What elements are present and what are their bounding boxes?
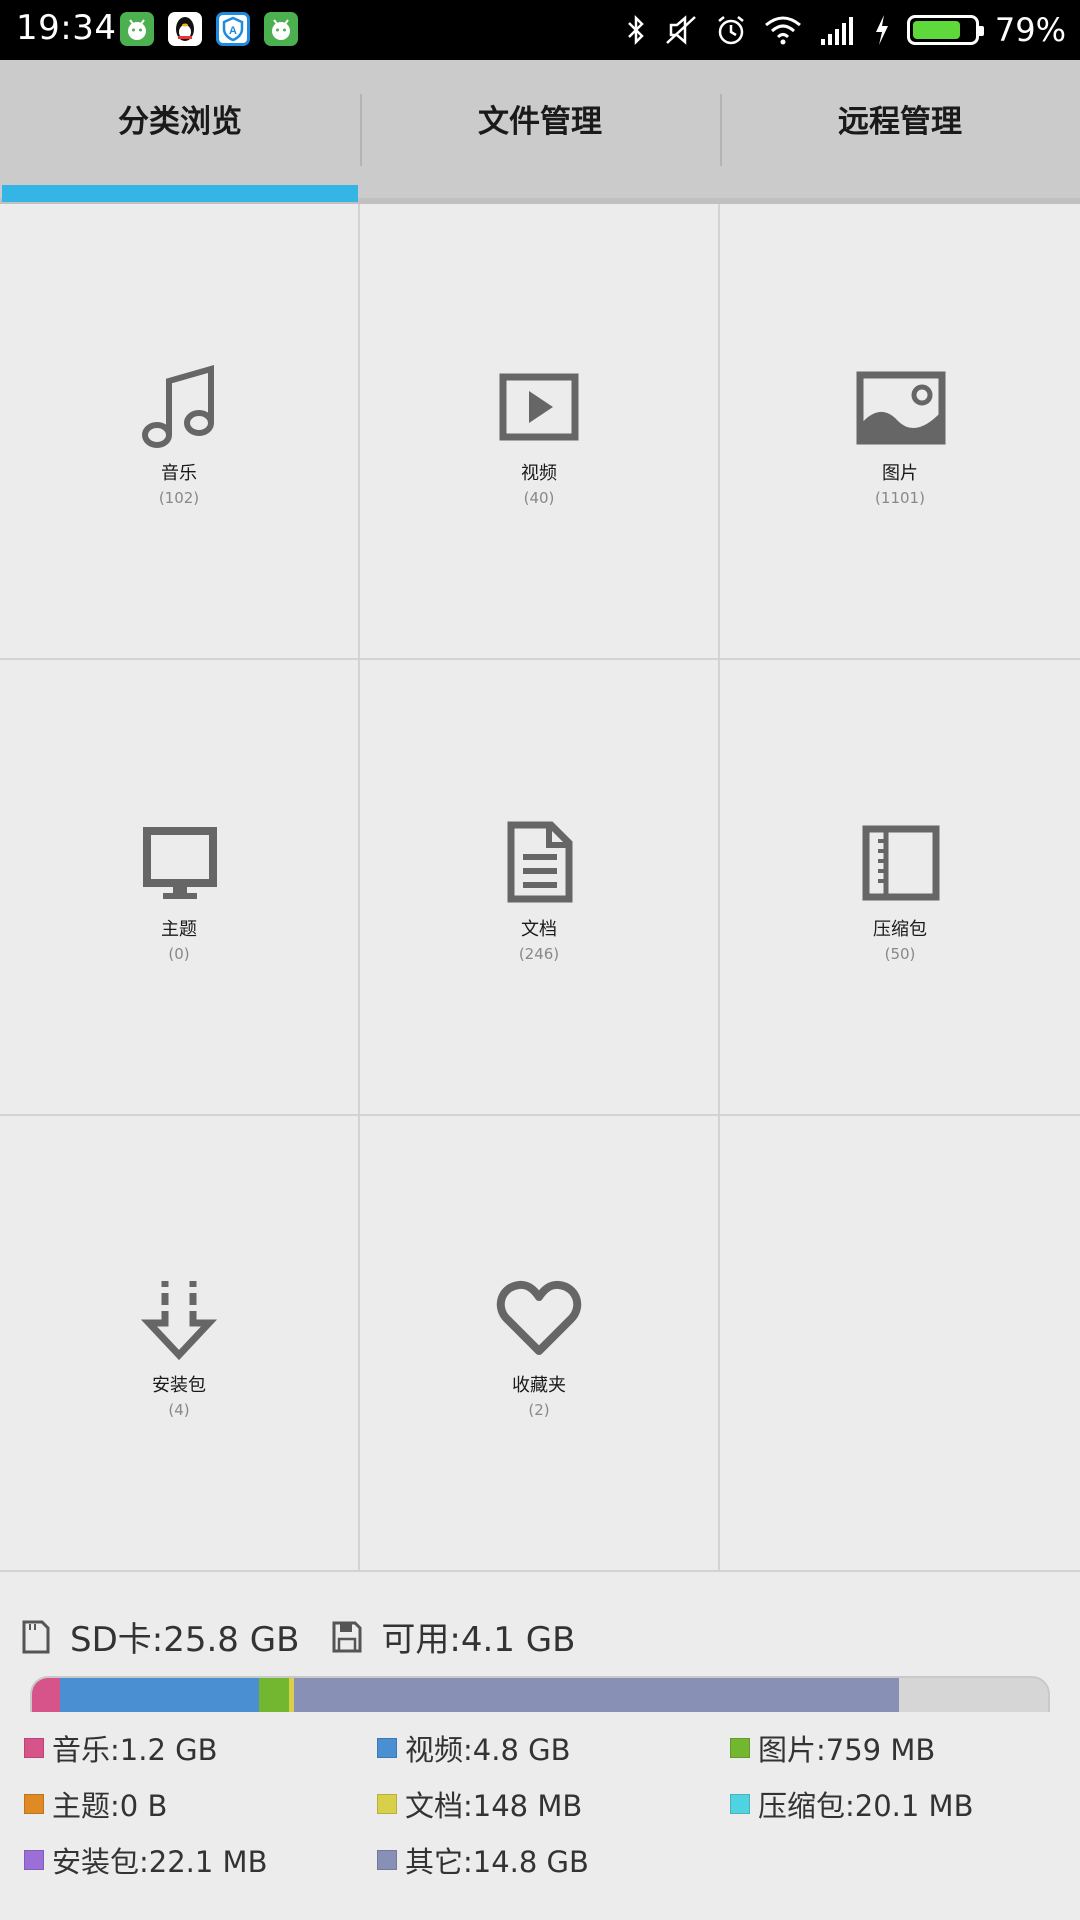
legend-swatch <box>377 1849 397 1870</box>
charging-icon <box>875 15 888 45</box>
category-label: 收藏夹 <box>512 1375 566 1396</box>
music-note-icon <box>129 355 229 455</box>
legend-label: 安装包:22.1 MB <box>52 1844 268 1879</box>
category-label: 音乐 <box>161 463 197 484</box>
legend-label: 压缩包:20.1 MB <box>758 1788 974 1823</box>
legend-label: 图片:759 MB <box>758 1732 936 1767</box>
category-grid: 音乐 (102) 视频 (40) 图片 (1101) 主题 (0) 文档 (24… <box>0 204 1080 1572</box>
tab-bar: 分类浏览 文件管理 远程管理 <box>0 60 1080 204</box>
alarm-icon <box>718 16 744 45</box>
legend-swatch <box>730 1737 750 1758</box>
tab-label: 远程管理 <box>838 103 962 140</box>
tab-remote-management[interactable]: 远程管理 <box>720 60 1080 198</box>
category-label: 视频 <box>521 463 557 484</box>
category-themes[interactable]: 主题 (0) <box>0 660 360 1116</box>
category-label: 安装包 <box>152 1375 206 1396</box>
tab-label: 分类浏览 <box>118 103 242 140</box>
legend-swatch <box>377 1793 397 1814</box>
security-shield-icon: A <box>216 12 250 46</box>
category-music[interactable]: 音乐 (102) <box>0 204 360 660</box>
category-count: (102) <box>158 489 200 507</box>
empty-grid-cell <box>720 1116 1080 1572</box>
category-count: (40) <box>523 489 555 507</box>
category-label: 文档 <box>521 919 557 940</box>
category-archives[interactable]: 压缩包 (50) <box>720 660 1080 1116</box>
tab-category-browse[interactable]: 分类浏览 <box>0 60 360 202</box>
legend-item: 图片:759 MB <box>730 1728 1060 1767</box>
legend-item: 安装包:22.1 MB <box>24 1840 377 1879</box>
legend-item: 视频:4.8 GB <box>377 1728 730 1767</box>
usage-segment-music <box>32 1678 61 1712</box>
legend-item: 其它:14.8 GB <box>377 1840 730 1879</box>
storage-usage-bar <box>30 1676 1050 1712</box>
category-pictures[interactable]: 图片 (1101) <box>720 204 1080 660</box>
legend-swatch <box>377 1737 397 1758</box>
archive-icon <box>850 811 950 911</box>
android-app-icon <box>120 12 154 46</box>
legend-swatch <box>730 1793 750 1814</box>
legend-swatch <box>24 1737 44 1758</box>
storage-summary: SD卡:25.8 GB 可用:4.1 GB <box>20 1612 575 1661</box>
install-download-icon <box>129 1267 229 1367</box>
notification-icons: A <box>120 12 298 46</box>
category-label: 压缩包 <box>873 919 927 940</box>
legend-item: 文档:148 MB <box>377 1784 730 1823</box>
usage-segment-pictures <box>258 1678 290 1712</box>
category-count: (50) <box>884 945 916 963</box>
tab-label: 文件管理 <box>478 103 602 140</box>
monitor-icon <box>129 811 229 911</box>
wifi-icon <box>764 16 801 45</box>
status-bar: 19:34 A 79% <box>0 0 1080 60</box>
legend-label: 文档:148 MB <box>405 1788 583 1823</box>
picture-icon <box>850 355 950 455</box>
sd-card-icon <box>22 1620 50 1653</box>
video-play-icon <box>489 355 589 455</box>
category-favorites[interactable]: 收藏夹 (2) <box>360 1116 720 1572</box>
heart-icon <box>489 1267 589 1367</box>
signal-icon <box>820 17 853 45</box>
battery-icon <box>906 15 984 45</box>
storage-legend: 音乐:1.2 GB 视频:4.8 GB 图片:759 MB 主题:0 B 文档:… <box>24 1728 1064 1879</box>
document-icon <box>489 811 589 911</box>
qq-penguin-icon <box>168 12 202 46</box>
usage-segment-other <box>294 1678 899 1712</box>
category-label: 主题 <box>161 919 197 940</box>
category-count: (4) <box>168 1401 190 1419</box>
category-count: (246) <box>518 945 560 963</box>
battery-percent: 79% <box>994 11 1066 49</box>
legend-label: 主题:0 B <box>52 1788 168 1823</box>
android-app-icon <box>264 12 298 46</box>
category-install-packages[interactable]: 安装包 (4) <box>0 1116 360 1572</box>
svg-text:A: A <box>229 25 237 37</box>
storage-panel: SD卡:25.8 GB 可用:4.1 GB 音乐:1.2 GB 视频:4.8 G… <box>0 1572 1080 1920</box>
legend-label: 音乐:1.2 GB <box>52 1732 218 1767</box>
category-count: (2) <box>528 1401 550 1419</box>
category-label: 图片 <box>882 463 918 484</box>
category-count: (1101) <box>875 489 925 507</box>
category-video[interactable]: 视频 (40) <box>360 204 720 660</box>
legend-item: 压缩包:20.1 MB <box>730 1784 1060 1823</box>
legend-label: 视频:4.8 GB <box>405 1732 571 1767</box>
tab-file-management[interactable]: 文件管理 <box>360 60 720 198</box>
sd-total-label: SD卡:25.8 GB <box>70 1620 300 1660</box>
legend-item: 音乐:1.2 GB <box>24 1728 377 1767</box>
bluetooth-icon <box>627 14 644 46</box>
usage-segment-video <box>60 1678 259 1712</box>
legend-swatch <box>24 1849 44 1870</box>
available-label: 可用:4.1 GB <box>381 1620 576 1660</box>
category-documents[interactable]: 文档 (246) <box>360 660 720 1116</box>
category-count: (0) <box>168 945 190 963</box>
silent-icon <box>666 15 696 45</box>
system-icons: 79% <box>625 6 1066 54</box>
legend-item: 主题:0 B <box>24 1784 377 1823</box>
save-disk-icon <box>332 1621 362 1652</box>
legend-label: 其它:14.8 GB <box>405 1844 589 1879</box>
legend-swatch <box>24 1793 44 1814</box>
status-time: 19:34 <box>16 8 117 48</box>
tab-active-indicator <box>2 185 358 202</box>
